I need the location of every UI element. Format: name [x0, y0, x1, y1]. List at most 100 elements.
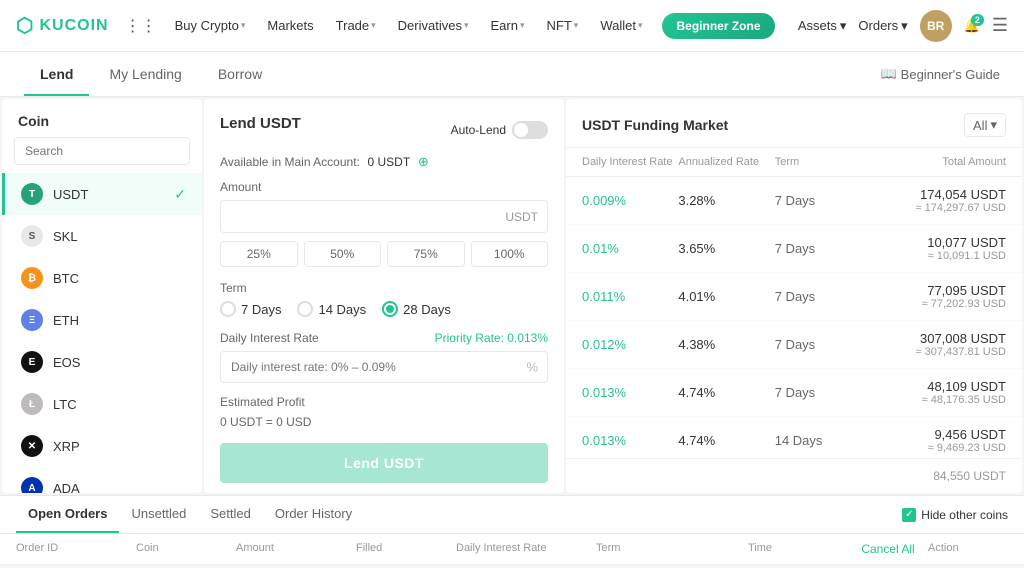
chevron-down-icon: ▾: [241, 20, 246, 31]
orders-menu[interactable]: Orders ▾: [858, 18, 907, 34]
tab-borrow[interactable]: Borrow: [202, 52, 278, 96]
coin-name-eth: ETH: [53, 313, 186, 328]
beginner-zone-button[interactable]: Beginner Zone: [662, 13, 774, 39]
coin-name-skl: SKL: [53, 229, 186, 244]
percentage-buttons: 25% 50% 75% 100%: [220, 241, 548, 267]
estimated-profit: Estimated Profit 0 USDT = 0 USD: [220, 395, 548, 429]
market-panel: USDT Funding Market All ▾ Daily Interest…: [566, 99, 1022, 493]
available-info: Available in Main Account: 0 USDT ⊕: [220, 154, 548, 170]
market-table: 0.009% 3.28% 7 Days 174,054 USDT ≈ 174,2…: [566, 177, 1022, 458]
chevron-down-icon: ▾: [574, 20, 579, 31]
rate-input[interactable]: [220, 351, 548, 383]
auto-lend-toggle-row: Auto-Lend: [451, 121, 548, 139]
coin-name-eos: EOS: [53, 355, 186, 370]
nav-derivatives[interactable]: Derivatives ▾: [388, 0, 479, 52]
coin-icon-skl: S: [21, 225, 43, 247]
chevron-down-icon: ▾: [901, 18, 908, 34]
amount-input[interactable]: [220, 200, 548, 233]
coin-icon-ltc: Ł: [21, 393, 43, 415]
tab-order-history[interactable]: Order History: [263, 496, 364, 533]
pct-100-button[interactable]: 100%: [471, 241, 549, 267]
main-content: Coin T USDT ✓ S SKL ₿ BTC Ξ ETH: [0, 97, 1024, 565]
market-footer: 84,550 USDT: [566, 458, 1022, 493]
notification-button[interactable]: 🔔 2: [964, 18, 980, 34]
logo[interactable]: ⬡ KUCOIN: [16, 13, 109, 38]
list-item[interactable]: A ADA: [2, 467, 202, 493]
user-avatar[interactable]: BR: [920, 10, 952, 42]
table-row[interactable]: 0.013% 4.74% 14 Days 9,456 USDT ≈ 9,469.…: [566, 417, 1022, 458]
assets-menu[interactable]: Assets ▾: [798, 18, 847, 34]
nav-wallet[interactable]: Wallet ▾: [590, 0, 652, 52]
coin-icon-btc: ₿: [21, 267, 43, 289]
coin-icon-xrp: ✕: [21, 435, 43, 457]
list-item[interactable]: ✕ XRP: [2, 425, 202, 467]
table-row[interactable]: 0.01% 3.65% 7 Days 10,077 USDT ≈ 10,091.…: [566, 225, 1022, 273]
chevron-down-icon: ▾: [520, 20, 525, 31]
chevron-down-icon: ▾: [990, 117, 997, 133]
pct-50-button[interactable]: 50%: [304, 241, 382, 267]
chevron-down-icon: ▾: [371, 20, 376, 31]
filter-all-button[interactable]: All ▾: [964, 113, 1006, 137]
logo-text: KUCOIN: [39, 17, 108, 35]
nav-earn[interactable]: Earn ▾: [481, 0, 535, 52]
page-tabs: Lend My Lending Borrow 📖 Beginner's Guid…: [0, 52, 1024, 97]
rate-header-row: Daily Interest Rate Priority Rate: 0.013…: [220, 331, 548, 345]
market-header: USDT Funding Market All ▾: [566, 99, 1022, 148]
chevron-down-icon: ▾: [464, 20, 469, 31]
list-item[interactable]: T USDT ✓: [2, 173, 202, 215]
table-row[interactable]: 0.012% 4.38% 7 Days 307,008 USDT ≈ 307,4…: [566, 321, 1022, 369]
grid-icon[interactable]: ⋮⋮: [125, 16, 157, 36]
lend-panel: Lend USDT Auto-Lend Available in Main Ac…: [204, 99, 564, 493]
pct-75-button[interactable]: 75%: [387, 241, 465, 267]
term-7-days[interactable]: 7 Days: [220, 301, 281, 317]
coin-search-input[interactable]: [14, 137, 190, 165]
market-column-headers: Daily Interest Rate Annualized Rate Term…: [566, 148, 1022, 177]
nav-buy-crypto[interactable]: Buy Crypto ▾: [165, 0, 256, 52]
coin-list: T USDT ✓ S SKL ₿ BTC Ξ ETH E: [2, 173, 202, 493]
book-icon: 📖: [880, 66, 896, 82]
list-item[interactable]: E EOS: [2, 341, 202, 383]
tab-open-orders[interactable]: Open Orders: [16, 496, 119, 533]
order-table-header: Order ID Coin Amount Filled Daily Intere…: [0, 534, 1024, 565]
coin-icon-eos: E: [21, 351, 43, 373]
notification-badge: 2: [971, 14, 984, 26]
table-row[interactable]: 0.013% 4.74% 7 Days 48,109 USDT ≈ 48,176…: [566, 369, 1022, 417]
tab-settled[interactable]: Settled: [198, 496, 262, 533]
coin-name-ltc: LTC: [53, 397, 186, 412]
tab-unsettled[interactable]: Unsettled: [119, 496, 198, 533]
check-icon: ✓: [174, 186, 186, 203]
lend-button[interactable]: Lend USDT: [220, 443, 548, 483]
lend-panel-title: Lend USDT: [220, 115, 301, 132]
content-area: Coin T USDT ✓ S SKL ₿ BTC Ξ ETH: [0, 97, 1024, 495]
auto-lend-toggle[interactable]: [512, 121, 548, 139]
term-28-days[interactable]: 28 Days: [382, 301, 451, 317]
table-row[interactable]: 0.009% 3.28% 7 Days 174,054 USDT ≈ 174,2…: [566, 177, 1022, 225]
chevron-down-icon: ▾: [638, 20, 643, 31]
coin-name-xrp: XRP: [53, 439, 186, 454]
list-item[interactable]: ₿ BTC: [2, 257, 202, 299]
nav-markets[interactable]: Markets: [257, 0, 323, 52]
table-row[interactable]: 0.011% 4.01% 7 Days 77,095 USDT ≈ 77,202…: [566, 273, 1022, 321]
nav-nft[interactable]: NFT ▾: [537, 0, 589, 52]
bottom-section: Open Orders Unsettled Settled Order Hist…: [0, 495, 1024, 565]
list-item[interactable]: Ł LTC: [2, 383, 202, 425]
menu-icon[interactable]: ☰: [992, 15, 1008, 36]
coin-icon-usdt: T: [21, 183, 43, 205]
info-icon: ⊕: [418, 154, 429, 169]
nav-right: Assets ▾ Orders ▾ BR 🔔 2 ☰: [798, 10, 1008, 42]
hide-other-coins-toggle[interactable]: ✓ Hide other coins: [902, 508, 1008, 522]
term-14-days[interactable]: 14 Days: [297, 301, 366, 317]
list-item[interactable]: S SKL: [2, 215, 202, 257]
beginners-guide-button[interactable]: 📖 Beginner's Guide: [880, 66, 1000, 82]
coin-icon-eth: Ξ: [21, 309, 43, 331]
coin-name-btc: BTC: [53, 271, 186, 286]
term-options: 7 Days 14 Days 28 Days: [220, 301, 548, 317]
cancel-all-button[interactable]: Cancel All: [848, 542, 928, 556]
radio-7-days-icon: [220, 301, 236, 317]
tab-lend[interactable]: Lend: [24, 52, 89, 96]
list-item[interactable]: Ξ ETH: [2, 299, 202, 341]
pct-25-button[interactable]: 25%: [220, 241, 298, 267]
nav-trade[interactable]: Trade ▾: [326, 0, 386, 52]
toggle-knob: [514, 123, 528, 137]
tab-my-lending[interactable]: My Lending: [93, 52, 197, 96]
